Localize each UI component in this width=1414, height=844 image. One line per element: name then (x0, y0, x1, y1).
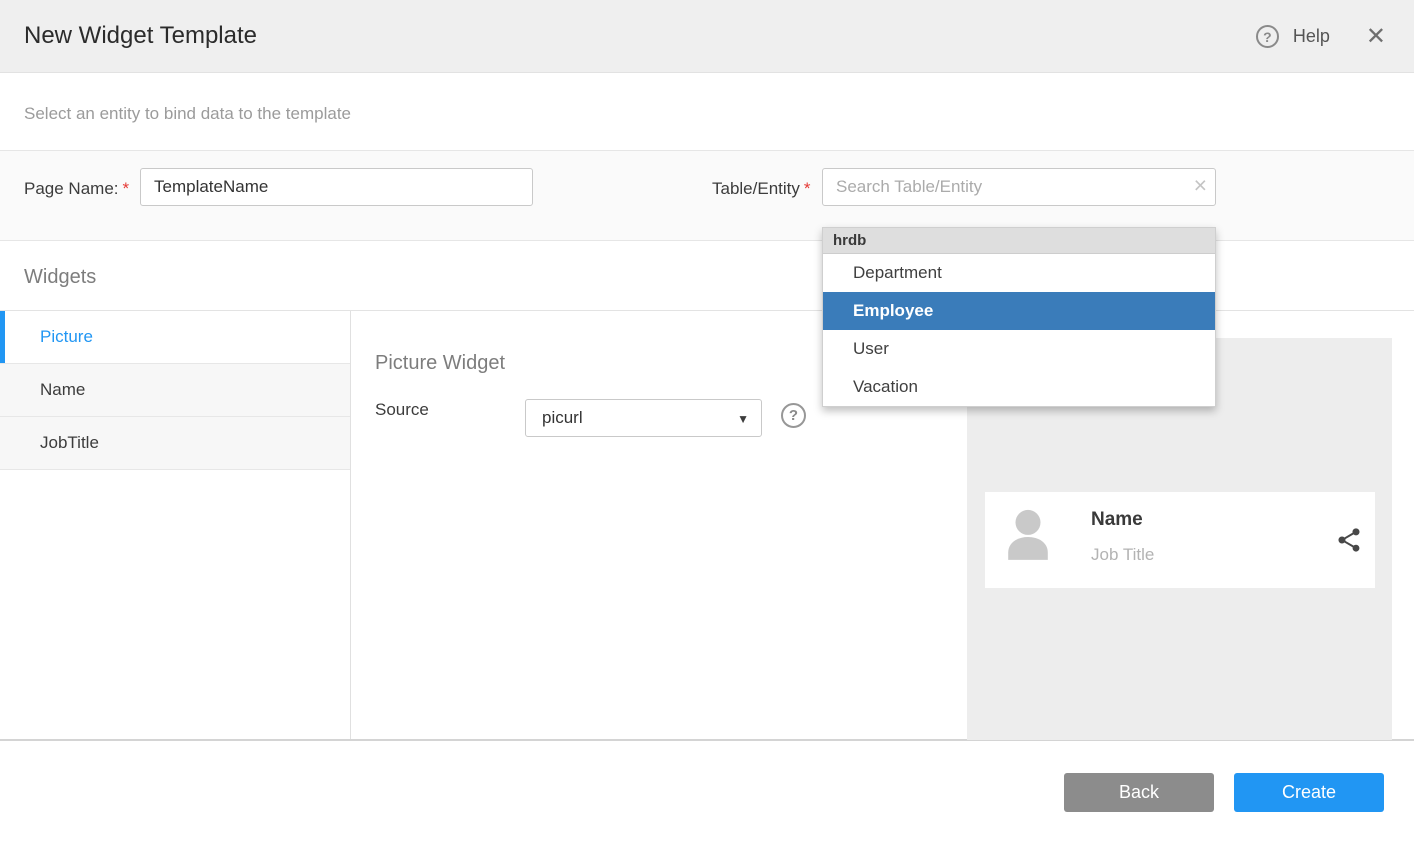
tab-picture[interactable]: Picture (0, 311, 350, 364)
dropdown-item-user[interactable]: User (823, 330, 1215, 368)
dialog-footer: Back Create (0, 741, 1414, 844)
dropdown-item-vacation[interactable]: Vacation (823, 368, 1215, 406)
clear-search-icon[interactable]: × (1194, 174, 1207, 197)
new-widget-template-dialog: New Widget Template ? Help ✕ Select an e… (0, 0, 1414, 844)
chevron-down-icon: ▼ (737, 412, 749, 426)
back-button[interactable]: Back (1064, 773, 1214, 812)
help-button[interactable]: Help (1293, 26, 1330, 47)
required-asterisk: * (123, 179, 130, 198)
tab-jobtitle-label: JobTitle (40, 433, 99, 453)
widgets-section-title: Widgets (24, 266, 96, 289)
required-asterisk: * (804, 179, 811, 198)
header-actions: ? Help ✕ (1256, 0, 1386, 73)
page-name-label: Page Name:* (24, 179, 129, 199)
person-avatar-icon (1003, 500, 1053, 574)
table-entity-search: × (822, 168, 1216, 206)
source-select[interactable]: picurl ▼ (525, 399, 762, 437)
share-icon[interactable] (1335, 526, 1363, 554)
dropdown-item-employee[interactable]: Employee (823, 292, 1215, 330)
page-title: New Widget Template (24, 22, 257, 50)
source-label: Source (375, 400, 429, 420)
subtitle-text: Select an entity to bind data to the tem… (24, 104, 351, 124)
tab-name[interactable]: Name (0, 364, 350, 417)
source-select-value: picurl (542, 408, 583, 428)
preview-card: Name Job Title (985, 492, 1375, 588)
table-entity-search-input[interactable] (822, 168, 1216, 206)
widget-tabs-list: Picture Name JobTitle (0, 311, 351, 739)
dialog-header: New Widget Template ? Help ✕ (0, 0, 1414, 73)
dropdown-item-department[interactable]: Department (823, 254, 1215, 292)
preview-name-text: Name (1091, 509, 1143, 531)
table-entity-label: Table/Entity* (712, 179, 811, 199)
dropdown-group-hrdb: hrdb (823, 228, 1215, 254)
tab-jobtitle[interactable]: JobTitle (0, 417, 350, 470)
page-name-input[interactable] (140, 168, 533, 206)
tab-name-label: Name (40, 380, 85, 400)
source-help-icon[interactable]: ? (781, 403, 806, 428)
create-button[interactable]: Create (1234, 773, 1384, 812)
close-icon[interactable]: ✕ (1366, 25, 1386, 49)
help-icon[interactable]: ? (1256, 25, 1279, 48)
preview-jobtitle-text: Job Title (1091, 545, 1154, 565)
subtitle-band: Select an entity to bind data to the tem… (0, 74, 1414, 150)
tab-picture-label: Picture (40, 327, 93, 347)
table-entity-dropdown: hrdb Department Employee User Vacation (822, 227, 1216, 407)
picture-widget-title: Picture Widget (375, 352, 505, 375)
